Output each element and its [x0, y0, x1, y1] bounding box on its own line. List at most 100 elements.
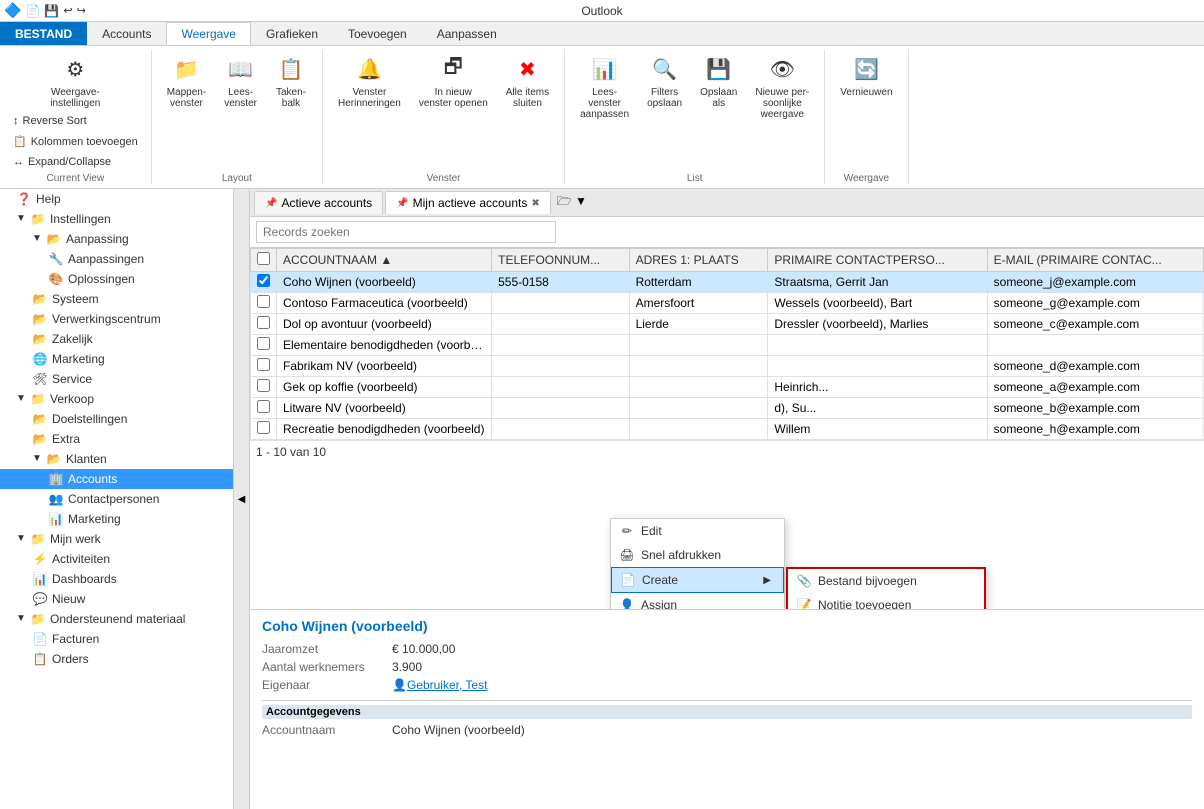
sluiten-icon: ✖	[511, 53, 543, 85]
alle-items-btn[interactable]: ✖ Alle itemssluiten	[499, 50, 556, 112]
leesvenster-btn[interactable]: 📖 Lees-venster	[217, 50, 264, 112]
tab-actieve-accounts[interactable]: 📌 Actieve accounts	[254, 191, 383, 214]
sidebar-item-aanpassing[interactable]: ▼ 📂 Aanpassing	[0, 229, 249, 249]
aanpassen-label: Lees-vensteraanpassen	[580, 87, 629, 120]
col-telefoon[interactable]: TELEFOONNUM...	[492, 249, 629, 272]
row-check-6[interactable]	[257, 379, 270, 392]
context-create[interactable]: 📄 Create ▶ 📎 Bestand bijvoegen 📝 Notitie…	[611, 567, 784, 593]
select-all-checkbox[interactable]	[257, 252, 270, 265]
sidebar-item-systeem[interactable]: 📂 Systeem	[0, 289, 249, 309]
sidebar-item-orders[interactable]: 📋 Orders	[0, 649, 249, 669]
sidebar-item-oplossingen[interactable]: 🎨 Oplossingen	[0, 269, 249, 289]
weergave-instellingen-btn[interactable]: ⚙ Weergave-instellingen	[43, 50, 107, 112]
sidebar-item-aanpassingen[interactable]: 🔧 Aanpassingen	[0, 249, 249, 269]
expand-collapse-btn[interactable]: ↔ Expand/Collapse	[8, 153, 143, 171]
search-input[interactable]	[256, 221, 556, 243]
submenu-bestand-bijvoegen[interactable]: 📎 Bestand bijvoegen	[788, 569, 984, 593]
sidebar-item-instellingen[interactable]: ▼ 📁 Instellingen	[0, 209, 249, 229]
row-telefoon-6	[492, 377, 629, 398]
eigenaar-link[interactable]: Gebruiker, Test	[407, 678, 487, 692]
weergave-items: 🔄 Vernieuwen	[833, 50, 899, 171]
opslaan-als-btn[interactable]: 💾 Opslaanals	[693, 50, 744, 112]
sidebar-item-help[interactable]: ❓ Help	[0, 189, 249, 209]
orders-icon: 📋	[32, 651, 48, 667]
filters-opslaan-btn[interactable]: 🔍 Filtersopslaan	[640, 50, 689, 112]
outlook-icon: 🔷	[4, 2, 21, 19]
tab-weergave[interactable]: Weergave	[166, 22, 250, 45]
sidebar-item-mijn-werk[interactable]: ▼ 📁 Mijn werk	[0, 529, 249, 549]
tab-dropdown[interactable]: 🗁 ▼	[557, 192, 587, 213]
sidebar-item-marketing-sub[interactable]: 📊 Marketing	[0, 509, 249, 529]
tab-aanpassen[interactable]: Aanpassen	[422, 22, 512, 45]
col-accountnaam[interactable]: ACCOUNTNAAM ▲	[277, 249, 492, 272]
table-row[interactable]: Gek op koffie (voorbeeld) Heinrich... so…	[251, 377, 1204, 398]
undo-btn[interactable]: ↩	[63, 4, 72, 17]
row-check-4[interactable]	[257, 337, 270, 350]
context-snel-afdrukken[interactable]: 🖨 Snel afdrukken	[611, 543, 784, 567]
mappenvenster-btn[interactable]: 📁 Mappen-venster	[160, 50, 213, 112]
tab-grafieken[interactable]: Grafieken	[251, 22, 333, 45]
tab-accounts[interactable]: Accounts	[87, 22, 166, 45]
row-check-1[interactable]	[257, 274, 270, 287]
verkoop-collapse[interactable]: ▼	[16, 393, 28, 405]
sidebar-item-contactpersonen[interactable]: 👥 Contactpersonen	[0, 489, 249, 509]
table-row[interactable]: Elementaire benodigdheden (voorbeeld)	[251, 335, 1204, 356]
tab-close-btn[interactable]: ✖	[531, 198, 539, 209]
sidebar-item-marketing[interactable]: 🌐 Marketing	[0, 349, 249, 369]
sidebar-item-activiteiten[interactable]: ⚡ Activiteiten	[0, 549, 249, 569]
col-adres[interactable]: ADRES 1: PLAATS	[629, 249, 768, 272]
table-row[interactable]: Litware NV (voorbeeld) d), Su... someone…	[251, 398, 1204, 419]
search-bar	[250, 217, 1204, 248]
ondersteunend-collapse[interactable]: ▼	[16, 613, 28, 625]
row-telefoon-1: 555-0158	[492, 272, 629, 293]
facturen-icon: 📄	[32, 631, 48, 647]
sidebar-item-extra[interactable]: 📂 Extra	[0, 429, 249, 449]
sidebar-item-verwerkingscentrum[interactable]: 📂 Verwerkingscentrum	[0, 309, 249, 329]
col-email[interactable]: E-MAIL (PRIMAIRE CONTAC...	[987, 249, 1203, 272]
tab-mijn-actieve[interactable]: 📌 Mijn actieve accounts ✖	[385, 191, 551, 214]
submenu-notitie-toevoegen[interactable]: 📝 Notitie toevoegen	[788, 593, 984, 609]
kolommen-icon: 📋	[13, 135, 27, 148]
sidebar-collapse-right-btn[interactable]: ◀	[233, 189, 249, 809]
tab-toevoegen[interactable]: Toevoegen	[333, 22, 422, 45]
context-edit[interactable]: ✏ Edit	[611, 519, 784, 543]
table-row[interactable]: Fabrikam NV (voorbeeld) someone_d@exampl…	[251, 356, 1204, 377]
sidebar-item-accounts[interactable]: 🏢 Accounts	[0, 469, 249, 489]
sidebar-item-service[interactable]: 🛠 Service	[0, 369, 249, 389]
table-row[interactable]: Dol op avontuur (voorbeeld) Lierde Dress…	[251, 314, 1204, 335]
kolommen-btn[interactable]: 📋 Kolommen toevoegen	[8, 132, 143, 151]
table-row[interactable]: Coho Wijnen (voorbeeld) 555-0158 Rotterd…	[251, 272, 1204, 293]
reverse-sort-btn[interactable]: ↕ Reverse Sort	[8, 112, 143, 130]
sidebar-item-facturen[interactable]: 📄 Facturen	[0, 629, 249, 649]
row-check-2[interactable]	[257, 295, 270, 308]
row-check-8[interactable]	[257, 421, 270, 434]
klanten-collapse[interactable]: ▼	[32, 453, 44, 465]
sidebar-item-dashboards[interactable]: 📊 Dashboards	[0, 569, 249, 589]
aanpassing-collapse[interactable]: ▼	[32, 233, 44, 245]
sidebar-item-doelstellingen[interactable]: 📂 Doelstellingen	[0, 409, 249, 429]
tab-bestand[interactable]: BESTAND	[0, 22, 87, 45]
nieuwe-weergave-btn[interactable]: 👁 Nieuwe per-soonlijkeweergave	[748, 50, 816, 123]
sidebar-item-klanten[interactable]: ▼ 📂 Klanten	[0, 449, 249, 469]
sidebar-item-ondersteunend[interactable]: ▼ 📁 Ondersteunend materiaal	[0, 609, 249, 629]
row-check-3[interactable]	[257, 316, 270, 329]
vernieuwen-btn[interactable]: 🔄 Vernieuwen	[833, 50, 899, 101]
sidebar-item-verkoop[interactable]: ▼ 📁 Verkoop	[0, 389, 249, 409]
venster-herinneringen-btn[interactable]: 🔔 VensterHerinneringen	[331, 50, 408, 112]
context-assign[interactable]: 👤 Assign	[611, 593, 784, 609]
nieuw-venster-btn[interactable]: 🗗 In nieuwvenster openen	[412, 50, 495, 112]
redo-btn[interactable]: ↪	[77, 4, 86, 17]
sidebar-item-nieuw[interactable]: 💬 Nieuw	[0, 589, 249, 609]
col-contactpersoon[interactable]: PRIMAIRE CONTACTPERSO...	[768, 249, 987, 272]
mijn-werk-collapse[interactable]: ▼	[16, 533, 28, 545]
sidebar-item-zakelijk[interactable]: 📂 Zakelijk	[0, 329, 249, 349]
row-check-5[interactable]	[257, 358, 270, 371]
takenbalk-btn[interactable]: 📋 Taken-balk	[268, 50, 314, 112]
row-check-7[interactable]	[257, 400, 270, 413]
leesvenster-aanpassen-btn[interactable]: 📊 Lees-vensteraanpassen	[573, 50, 636, 123]
table-row[interactable]: Recreatie benodigdheden (voorbeeld) Will…	[251, 419, 1204, 440]
row-contact-2: Wessels (voorbeeld), Bart	[768, 293, 987, 314]
table-row[interactable]: Contoso Farmaceutica (voorbeeld) Amersfo…	[251, 293, 1204, 314]
mijn-werk-icon: 📁	[30, 531, 46, 547]
instellingen-collapse[interactable]: ▼	[16, 213, 28, 225]
